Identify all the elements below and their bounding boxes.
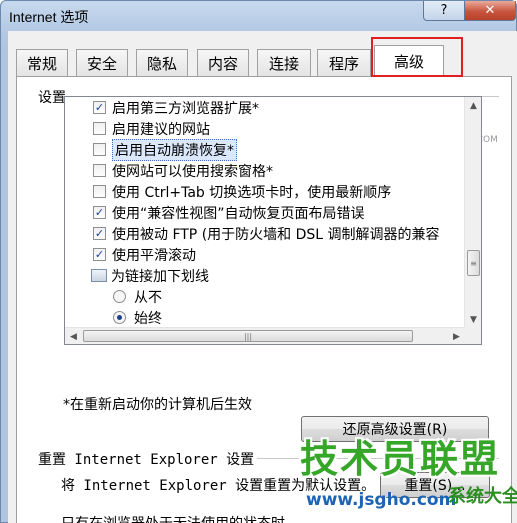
scroll-up-icon[interactable]: ▲: [465, 97, 481, 114]
tab-strip: 常规 安全 隐私 内容 连接 程序 高级: [16, 45, 516, 77]
reset-separator: [257, 458, 499, 459]
item-label: 始终: [134, 310, 162, 327]
list-item[interactable]: 使网站可以使用搜索窗格*: [93, 160, 273, 181]
item-label: 使网站可以使用搜索窗格*: [112, 163, 273, 180]
tab-advanced[interactable]: 高级: [374, 45, 444, 77]
list-item[interactable]: 从不: [113, 286, 162, 307]
dialog-client-area: 常规 安全 隐私 内容 连接 程序 高级 设置 P85.COM ✓ 启用第三方浏…: [8, 31, 517, 523]
list-item[interactable]: 始终: [113, 307, 162, 328]
checkbox[interactable]: [93, 164, 106, 177]
internet-options-window: Internet 选项 ? ✕ 常规 安全 隐私 内容 连接 程序 高级 设置 …: [0, 0, 517, 523]
vertical-scroll-thumb[interactable]: ≡: [467, 250, 480, 276]
close-button[interactable]: ✕: [464, 1, 516, 21]
scroll-down-icon[interactable]: ▼: [465, 311, 481, 328]
list-item-group: 为链接加下划线: [91, 265, 209, 286]
tab-connections[interactable]: 连接: [257, 49, 311, 76]
reset-button[interactable]: 重置(S)...: [380, 472, 490, 498]
scroll-right-icon[interactable]: ▶: [448, 328, 465, 344]
checkbox[interactable]: [93, 122, 106, 135]
list-item[interactable]: 启用建议的网站: [93, 118, 210, 139]
reset-note: 只有在浏览器处于无法使用的状态时，: [61, 513, 299, 523]
folder-icon: [91, 269, 107, 282]
scroll-left-icon[interactable]: ◀: [65, 328, 82, 344]
restore-advanced-settings-button[interactable]: 还原高级设置(R): [301, 416, 489, 442]
tab-programs[interactable]: 程序: [317, 49, 371, 76]
radio-button-selected[interactable]: [113, 311, 126, 324]
tab-privacy[interactable]: 隐私: [136, 49, 188, 76]
item-label: 使用 Ctrl+Tab 切换选项卡时，使用最新顺序: [112, 184, 392, 201]
list-item[interactable]: ✓ 使用平滑滚动: [93, 244, 196, 265]
item-label: 启用自动崩溃恢复*: [112, 138, 237, 161]
item-label: 使用被动 FTP (用于防火墙和 DSL 调制解调器的兼容: [112, 226, 440, 243]
item-label: 使用“兼容性视图”自动恢复页面布局错误: [112, 205, 365, 222]
tab-security[interactable]: 安全: [76, 49, 128, 76]
title-bar[interactable]: Internet 选项 ? ✕: [1, 1, 517, 31]
list-item[interactable]: ✓ 使用被动 FTP (用于防火墙和 DSL 调制解调器的兼容: [93, 223, 440, 244]
checkbox[interactable]: [93, 185, 106, 198]
radio-button[interactable]: [113, 290, 126, 303]
item-label: 启用第三方浏览器扩展*: [112, 100, 259, 117]
settings-listbox[interactable]: ✓ 启用第三方浏览器扩展* 启用建议的网站 启用自动崩溃恢复* 使网站可以使用搜…: [64, 96, 482, 345]
close-icon: ✕: [484, 3, 496, 18]
restart-footnote: *在重新启动你的计算机后生效: [63, 397, 252, 413]
help-button[interactable]: ?: [423, 1, 465, 21]
item-label: 启用建议的网站: [112, 121, 210, 138]
scrollbar-corner: [464, 327, 481, 344]
tab-content[interactable]: 内容: [197, 49, 249, 76]
advanced-panel: 设置 P85.COM ✓ 启用第三方浏览器扩展* 启用建议的网站 启用自动崩溃恢…: [16, 76, 512, 523]
window-title: Internet 选项: [9, 9, 89, 25]
list-item[interactable]: ✓ 使用“兼容性视图”自动恢复页面布局错误: [93, 202, 365, 223]
horizontal-scrollbar[interactable]: ◀ ||| ▶: [65, 327, 465, 344]
tab-general[interactable]: 常规: [16, 49, 68, 76]
list-item[interactable]: ✓ 启用第三方浏览器扩展*: [93, 97, 259, 118]
checkbox-checked[interactable]: ✓: [93, 206, 106, 219]
checkbox-checked[interactable]: ✓: [93, 101, 106, 114]
item-label: 从不: [134, 289, 162, 306]
reset-group-label: 重置 Internet Explorer 设置: [38, 452, 255, 468]
horizontal-scroll-thumb[interactable]: |||: [83, 330, 413, 342]
item-label: 使用平滑滚动: [112, 247, 196, 264]
checkbox-checked[interactable]: ✓: [93, 248, 106, 261]
reset-description: 将 Internet Explorer 设置重置为默认设置。: [61, 478, 376, 494]
help-icon: ?: [440, 3, 448, 18]
settings-group-label: 设置: [38, 90, 66, 106]
vertical-scrollbar[interactable]: ▲ ≡ ▼: [464, 97, 481, 328]
item-label: 为链接加下划线: [111, 268, 209, 285]
checkbox[interactable]: [93, 143, 106, 156]
checkbox-checked[interactable]: ✓: [93, 227, 106, 240]
list-item-selected[interactable]: 启用自动崩溃恢复*: [93, 138, 237, 161]
list-item[interactable]: 使用 Ctrl+Tab 切换选项卡时，使用最新顺序: [93, 181, 391, 202]
